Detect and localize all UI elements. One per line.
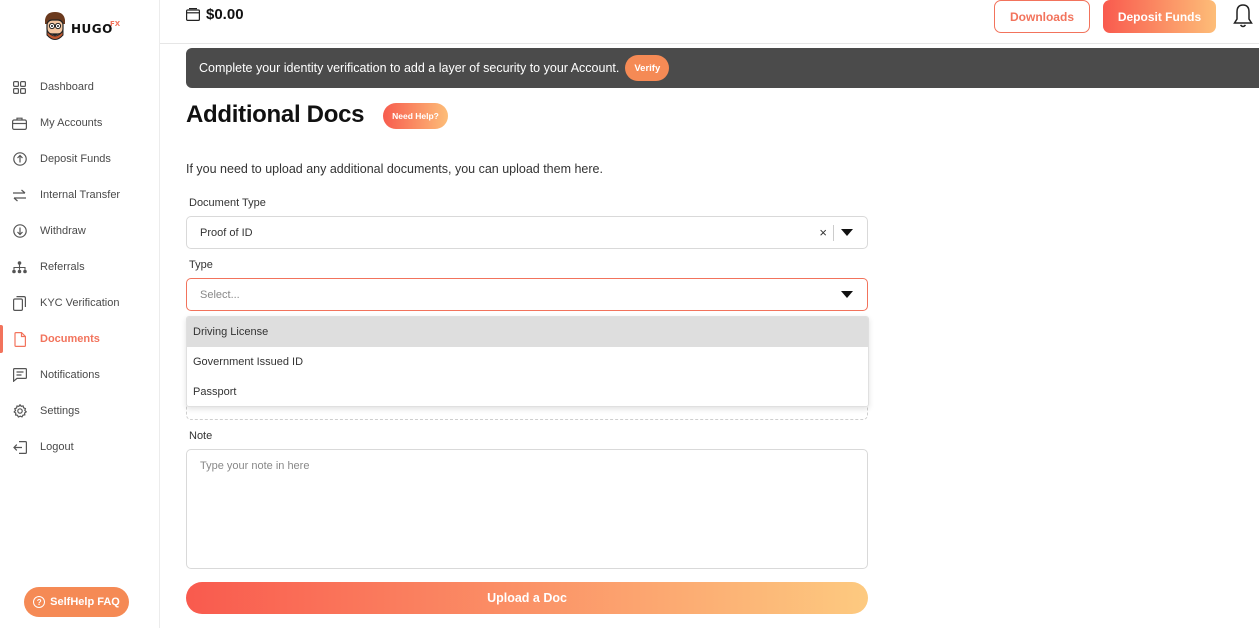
balance-display: $0.00 [186,6,244,23]
banner-text: Complete your identity verification to a… [199,61,620,75]
type-dropdown-menu: Driving License Government Issued ID Pas… [186,316,869,407]
faq-label: SelfHelp FAQ [50,596,120,608]
top-bar: $0.00 Downloads Deposit Funds [160,0,1259,44]
question-icon: ? [33,596,46,608]
page-title: Additional Docs [186,101,365,128]
clear-icon[interactable]: × [819,226,827,240]
document-type-select[interactable]: Proof of ID × [186,216,868,249]
chevron-down-icon[interactable] [841,291,853,298]
sidebar-item-label: KYC Verification [40,297,120,309]
grid-icon [12,80,27,95]
sidebar-item-my-accounts[interactable]: My Accounts [0,105,159,141]
brand-name: HUGO [71,22,113,36]
verify-button[interactable]: Verify [625,55,670,81]
upload-doc-button[interactable]: Upload a Doc [186,582,868,614]
sidebar-item-documents[interactable]: Documents [0,321,159,357]
arrow-up-circle-icon [12,152,27,167]
option-government-issued-id[interactable]: Government Issued ID [187,347,868,377]
wallet-icon [186,8,200,21]
chevron-down-icon[interactable] [841,229,853,236]
sidebar-item-label: Documents [40,333,100,345]
sidebar-item-kyc-verification[interactable]: KYC Verification [0,285,159,321]
hugo-mascot-icon [45,12,65,40]
transfer-arrows-icon [12,188,27,203]
sidebar-item-internal-transfer[interactable]: Internal Transfer [0,177,159,213]
note-textarea[interactable] [186,449,868,569]
copy-icon [12,295,27,311]
arrow-down-circle-icon [12,224,27,239]
sidebar-item-settings[interactable]: Settings [0,393,159,429]
intro-text: If you need to upload any additional doc… [186,162,603,176]
file-icon [12,331,27,347]
verification-banner: Complete your identity verification to a… [186,48,1259,88]
network-icon [12,260,27,275]
option-passport[interactable]: Passport [187,377,868,406]
sidebar-item-label: Dashboard [40,81,94,93]
type-select[interactable]: Select... [186,278,868,311]
sidebar-item-withdraw[interactable]: Withdraw [0,213,159,249]
logout-icon [12,440,27,455]
document-type-value: Proof of ID [200,226,253,239]
downloads-button[interactable]: Downloads [994,0,1090,33]
sidebar-item-label: Notifications [40,369,100,381]
need-help-button[interactable]: Need Help? [383,103,448,129]
gear-icon [12,404,27,419]
type-label: Type [189,259,213,271]
selfhelp-faq-button[interactable]: ? SelfHelp FAQ [24,587,129,617]
message-icon [12,368,27,383]
sidebar-item-label: Withdraw [40,225,86,237]
sidebar-item-label: Deposit Funds [40,153,111,165]
sidebar-item-notifications[interactable]: Notifications [0,357,159,393]
sidebar-item-deposit-funds[interactable]: Deposit Funds [0,141,159,177]
sidebar-item-logout[interactable]: Logout [0,429,159,465]
brand-suffix: FX [110,20,121,28]
sidebar-item-label: Settings [40,405,80,417]
bell-icon[interactable] [1232,3,1254,29]
sidebar-nav: Dashboard My Accounts Deposit Funds Inte… [0,69,159,465]
sidebar: HUGO FX Dashboard My Accounts Deposit Fu… [0,0,160,628]
briefcase-icon [12,116,27,131]
sidebar-item-label: Referrals [40,261,85,273]
sidebar-item-label: My Accounts [40,117,103,129]
sidebar-item-label: Logout [40,441,74,453]
select-divider [833,225,834,241]
type-placeholder: Select... [200,288,240,301]
sidebar-item-dashboard[interactable]: Dashboard [0,69,159,105]
document-type-label: Document Type [189,197,266,209]
balance-value: $0.00 [206,6,244,23]
brand-logo[interactable]: HUGO FX [42,10,120,42]
sidebar-item-label: Internal Transfer [40,189,121,201]
note-label: Note [189,430,213,442]
deposit-funds-button[interactable]: Deposit Funds [1103,0,1216,33]
sidebar-item-referrals[interactable]: Referrals [0,249,159,285]
option-driving-license[interactable]: Driving License [187,317,868,347]
